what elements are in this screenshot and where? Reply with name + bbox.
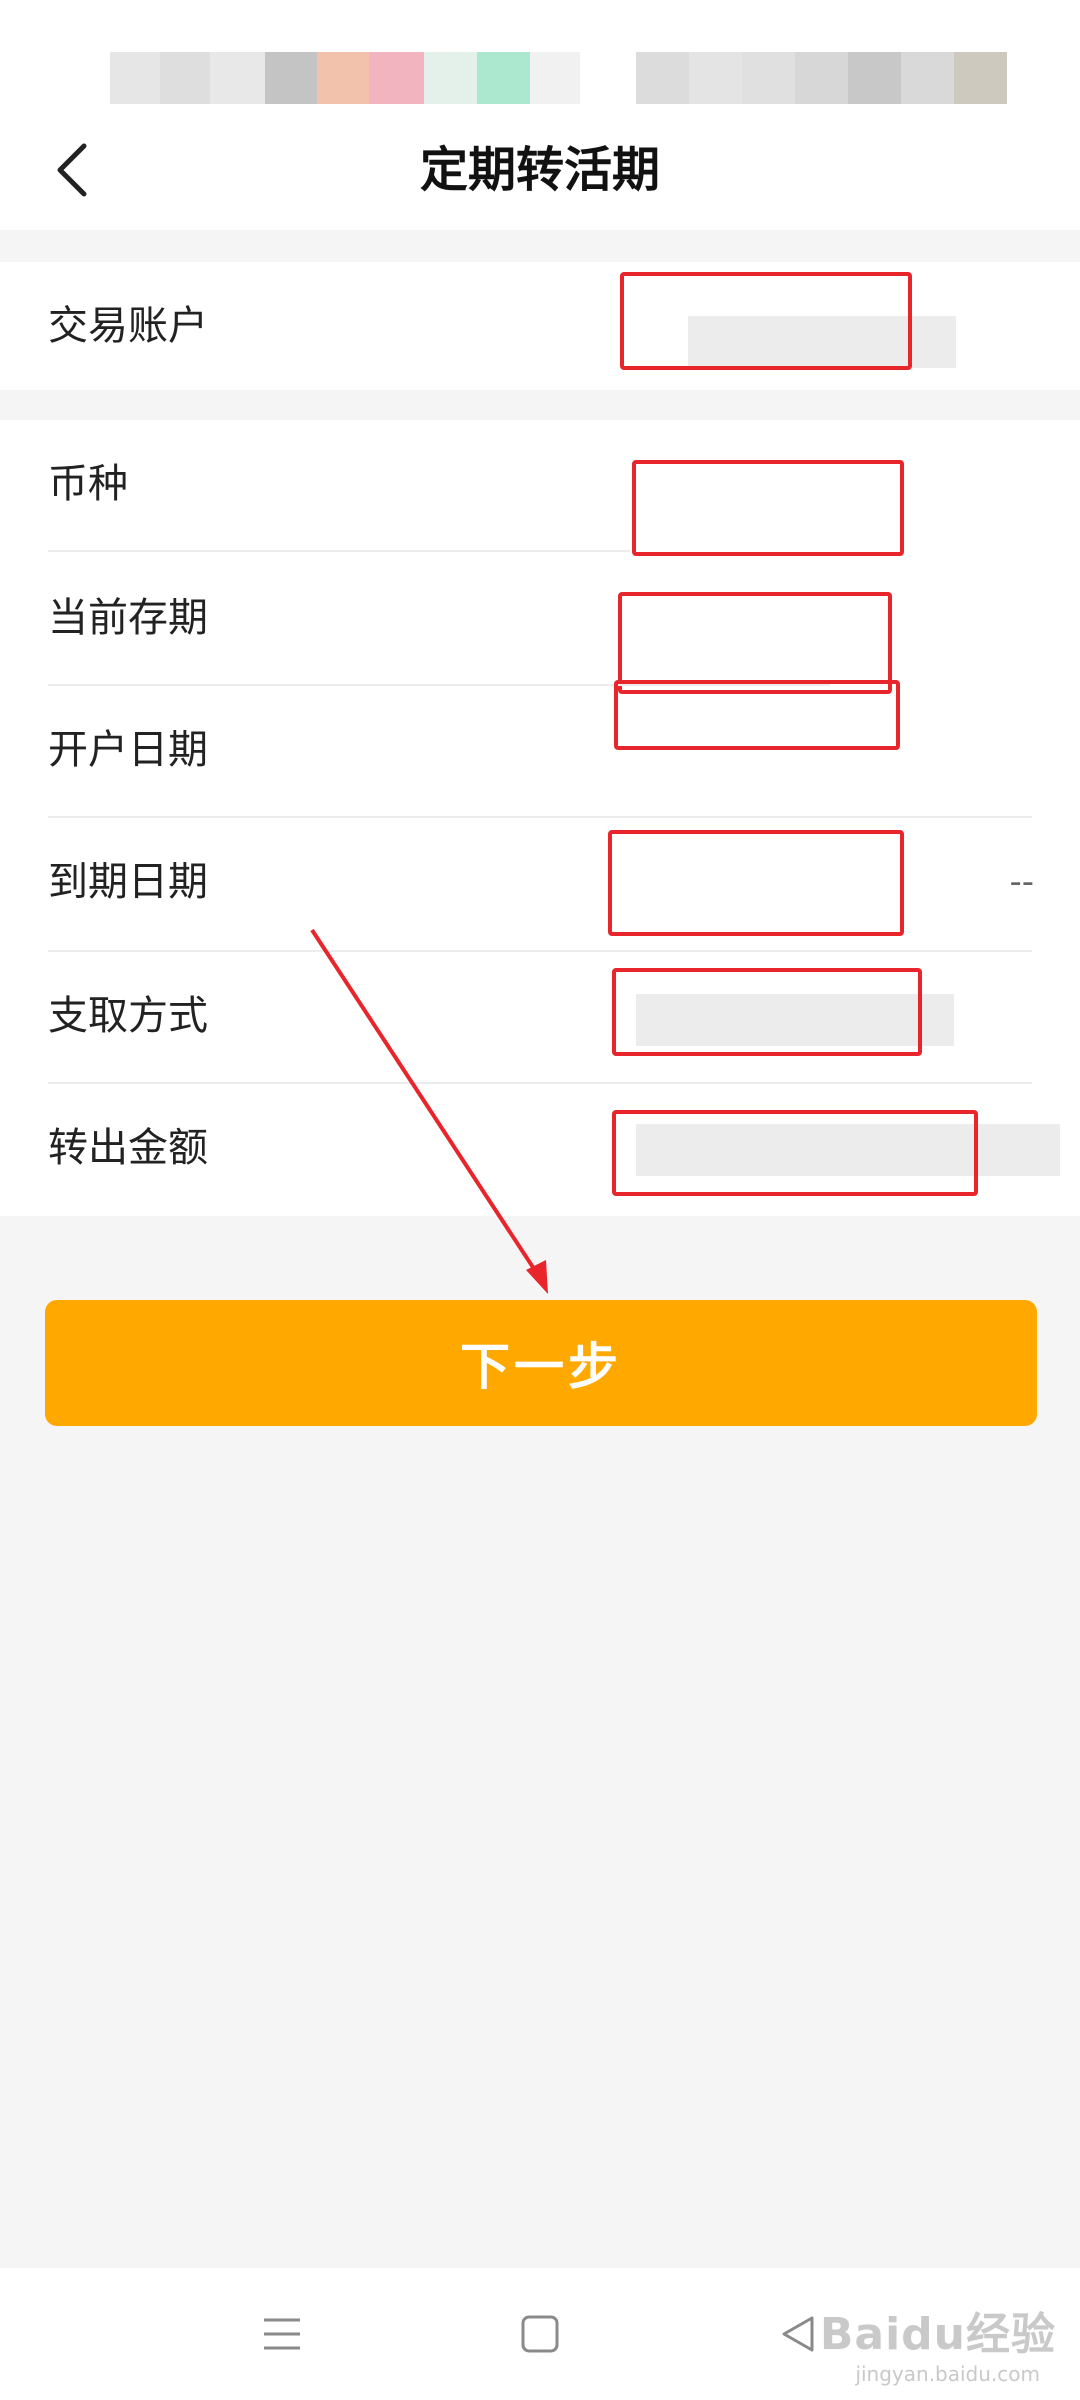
details-section: 币种 当前存期 开户日期 到期日期 -- 支取方式 转出金额 [0, 420, 1080, 1216]
annotation-box [614, 680, 900, 750]
home-button[interactable] [508, 2302, 572, 2366]
withdrawal-method-row[interactable]: 支取方式 [0, 952, 1080, 1084]
open-date-label: 开户日期 [48, 727, 208, 773]
square-home-icon [521, 2315, 559, 2353]
maturity-date-label: 到期日期 [48, 859, 208, 905]
account-section: 交易账户 [0, 262, 1080, 390]
next-step-button[interactable]: 下一步 [45, 1300, 1037, 1426]
annotation-box [612, 1110, 978, 1196]
currency-label: 币种 [48, 461, 128, 507]
watermark: Baidu经验 jingyan.baidu.com [816, 2278, 1056, 2388]
status-bar [0, 0, 1080, 110]
open-date-row: 开户日期 [0, 680, 1080, 818]
term-row: 当前存期 [0, 552, 1080, 694]
maturity-date-value: -- [1009, 862, 1034, 902]
menu-icon [264, 2318, 300, 2350]
account-row[interactable]: 交易账户 [0, 262, 1080, 390]
triangle-back-icon [782, 2316, 814, 2352]
annotation-box [612, 968, 922, 1056]
watermark-sub: jingyan.baidu.com [855, 2362, 1040, 2386]
maturity-date-row: 到期日期 -- [0, 818, 1080, 950]
term-label: 当前存期 [48, 595, 208, 641]
annotation-box [632, 460, 904, 556]
transfer-amount-row[interactable]: 转出金额 [0, 1084, 1080, 1216]
annotation-box [618, 592, 892, 694]
withdrawal-method-label: 支取方式 [48, 993, 208, 1039]
page-title: 定期转活期 [419, 142, 660, 198]
currency-row: 币种 [0, 420, 1080, 556]
account-label: 交易账户 [48, 303, 208, 349]
watermark-main: Baidu经验 [819, 2309, 1056, 2360]
annotation-box [608, 830, 904, 936]
transfer-amount-label: 转出金额 [48, 1125, 208, 1171]
nav-bar: 定期转活期 [0, 110, 1080, 230]
menu-button[interactable] [250, 2302, 314, 2366]
annotation-box [620, 272, 912, 370]
